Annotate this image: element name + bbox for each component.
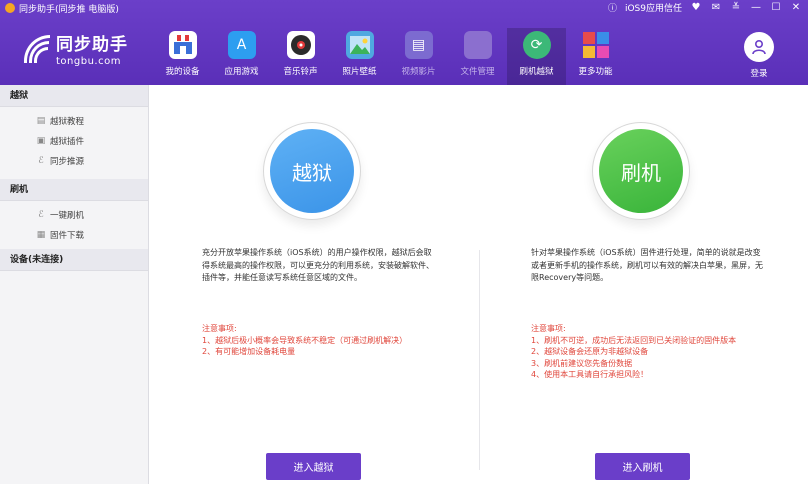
note-item: 1、越狱后极小概率会导致系统不稳定（可通过刷机解决） — [202, 335, 408, 345]
login-label: 登录 — [750, 69, 768, 79]
app-title: 同步助手(同步推 电脑版) — [19, 4, 119, 15]
book-icon: ▤ — [36, 116, 46, 126]
nav-label: 文件管理 — [460, 67, 495, 77]
nav-photo-wallpaper[interactable]: 照片壁纸 — [330, 28, 389, 85]
sidebar: 越狱 ▤ 越狱教程 ▣ 越狱插件 ℰ 同步推源 刷机 ℰ 一键刷机 ▦ 固件下载… — [0, 85, 149, 484]
photo-icon — [345, 31, 374, 59]
nav-label: 刷机越狱 — [519, 67, 554, 77]
main-content: 越狱 充分开放苹果操作系统（iOS系统）的用户操作权限，越狱后会取得系统最高的操… — [150, 85, 808, 484]
feedback-icon[interactable]: ✉ — [710, 2, 722, 14]
nav-file-manager[interactable]: 文件管理 — [448, 28, 507, 85]
nav-label: 照片壁纸 — [342, 67, 377, 77]
skin-icon[interactable]: ♥ — [690, 2, 702, 14]
flash-panel: 刷机 针对苹果操作系统（iOS系统）固件进行处理，简单的说就是改变或者更新手机的… — [479, 85, 808, 484]
nav-label: 视频影片 — [401, 67, 436, 77]
video-icon: ▤ — [404, 31, 433, 59]
top-header: 同步助手(同步推 电脑版) ⓘ iOS9应用信任 ♥ ✉ ≚ — ☐ ✕ 同步助… — [0, 0, 808, 85]
jailbreak-badge: 越狱 — [263, 122, 361, 220]
flash-description: 针对苹果操作系统（iOS系统）固件进行处理，简单的说就是改变或者更新手机的操作系… — [531, 248, 763, 282]
tongbu-icon: ℰ — [38, 210, 44, 220]
sidebar-item-one-click-flash[interactable]: ℰ 一键刷机 — [0, 205, 148, 225]
nav-label: 更多功能 — [578, 67, 613, 77]
brand-logo: 同步助手 tongbu.com — [18, 30, 128, 67]
nav-label: 应用游戏 — [224, 67, 259, 77]
nav-label: 我的设备 — [165, 67, 200, 77]
ios9-trust-link[interactable]: iOS9应用信任 — [625, 1, 682, 14]
title-bar: 同步助手(同步推 电脑版) ⓘ iOS9应用信任 ♥ ✉ ≚ — ☐ ✕ — [0, 0, 808, 16]
sidebar-item-firmware-download[interactable]: ▦ 固件下载 — [0, 225, 148, 245]
sidebar-item-label: 越狱教程 — [50, 117, 85, 127]
minimize-icon[interactable]: — — [750, 2, 762, 14]
tongbu-logo-icon — [18, 31, 52, 67]
flash-circle: 刷机 — [599, 129, 683, 213]
notes-title: 注意事项: — [202, 324, 237, 333]
jailbreak-circle: 越狱 — [270, 129, 354, 213]
box-icon: ▦ — [36, 230, 46, 240]
more-grid-icon — [582, 31, 610, 59]
nav-my-device[interactable]: 我的设备 — [153, 28, 212, 85]
user-icon — [744, 32, 774, 62]
nav-music-ringtones[interactable]: 音乐铃声 — [271, 28, 330, 85]
close-icon[interactable]: ✕ — [790, 2, 802, 14]
info-icon[interactable]: ⓘ — [608, 1, 617, 14]
flash-notes: 注意事项: 1、刷机不可逆，成功后无法返回到已关闭验证的固件版本 2、越狱设备会… — [531, 323, 771, 381]
music-disc-icon — [286, 31, 315, 59]
sidebar-item-jailbreak-tutorial[interactable]: ▤ 越狱教程 — [0, 111, 148, 131]
folder-icon — [463, 31, 492, 59]
app-logo-icon — [5, 3, 15, 13]
note-item: 4、使用本工具请自行承担风险！ — [531, 370, 649, 379]
flash-icon: ⟳ — [522, 31, 551, 59]
gift-icon: ▣ — [36, 136, 46, 146]
sidebar-item-label: 越狱插件 — [50, 137, 85, 147]
nav-label: 音乐铃声 — [283, 67, 318, 77]
sidebar-item-jailbreak-plugins[interactable]: ▣ 越狱插件 — [0, 131, 148, 151]
enter-flash-button[interactable]: 进入刷机 — [595, 453, 690, 480]
note-item: 2、有可能增加设备耗电量 — [202, 347, 296, 356]
note-item: 2、越狱设备会还原为非越狱设备 — [531, 347, 649, 356]
nav-video[interactable]: ▤ 视频影片 — [389, 28, 448, 85]
logo-title: 同步助手 — [56, 35, 128, 55]
store-icon — [168, 31, 197, 59]
maximize-icon[interactable]: ☐ — [770, 2, 782, 14]
appstore-icon: A — [227, 31, 256, 59]
sidebar-item-label: 同步推源 — [50, 157, 85, 167]
tongbu-icon: ℰ — [38, 156, 44, 166]
sidebar-section-jailbreak[interactable]: 越狱 — [0, 85, 148, 107]
jailbreak-panel: 越狱 充分开放苹果操作系统（iOS系统）的用户操作权限，越狱后会取得系统最高的操… — [150, 85, 479, 484]
notes-title: 注意事项: — [531, 324, 566, 333]
sidebar-item-tongbu-source[interactable]: ℰ 同步推源 — [0, 151, 148, 171]
main-nav: 我的设备 A 应用游戏 音乐铃声 照片壁纸 ▤ 视频影片 文件管理 ⟳ 刷机越狱… — [153, 28, 625, 85]
sidebar-section-device[interactable]: 设备(未连接) — [0, 249, 148, 271]
sidebar-item-label: 一键刷机 — [50, 211, 85, 221]
jailbreak-description: 充分开放苹果操作系统（iOS系统）的用户操作权限，越狱后会取得系统最高的操作权限… — [202, 248, 434, 282]
nav-apps-games[interactable]: A 应用游戏 — [212, 28, 271, 85]
login-button[interactable]: 登录 — [744, 32, 774, 79]
sidebar-item-label: 固件下载 — [50, 231, 85, 241]
nav-more[interactable]: 更多功能 — [566, 28, 625, 85]
note-item: 1、刷机不可逆，成功后无法返回到已关闭验证的固件版本 — [531, 335, 737, 345]
sidebar-section-flash[interactable]: 刷机 — [0, 179, 148, 201]
menu-icon[interactable]: ≚ — [730, 2, 742, 14]
enter-jailbreak-button[interactable]: 进入越狱 — [266, 453, 361, 480]
logo-domain: tongbu.com — [56, 56, 121, 67]
jailbreak-notes: 注意事项: 1、越狱后极小概率会导致系统不稳定（可通过刷机解决） 2、有可能增加… — [202, 323, 442, 358]
note-item: 3、刷机前建议您先备份数据 — [531, 358, 633, 368]
nav-flash-jailbreak[interactable]: ⟳ 刷机越狱 — [507, 28, 566, 85]
flash-badge: 刷机 — [592, 122, 690, 220]
